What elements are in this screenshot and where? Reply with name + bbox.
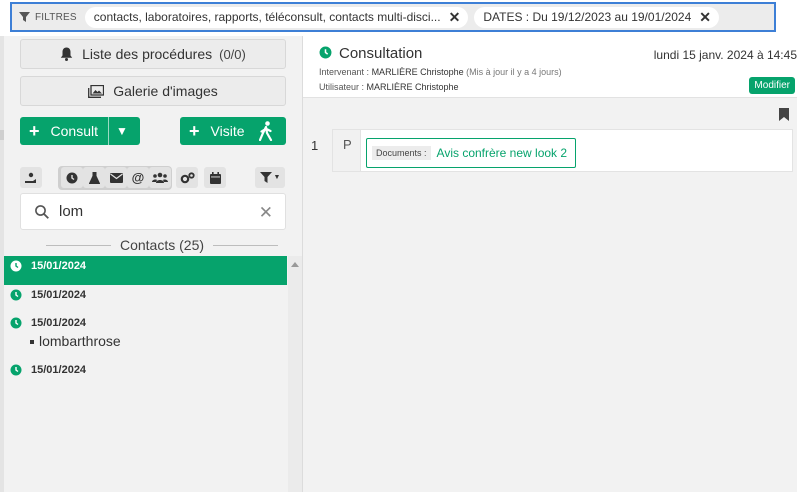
consultation-entry: P Documents : Avis confrère new look 2 xyxy=(332,129,793,172)
contacts-list: 15/01/2024 15/01/2024 15/01/2024 lombart… xyxy=(4,256,287,492)
close-icon[interactable]: ✕ xyxy=(449,10,461,24)
filter-label-text: FILTRES xyxy=(35,11,77,23)
page-title: Consultation xyxy=(339,45,423,62)
clock-icon xyxy=(10,289,22,301)
visite-label: Visite xyxy=(210,123,245,139)
filter-bar: FILTRES contacts, laboratoires, rapports… xyxy=(10,2,776,32)
walking-person-icon xyxy=(258,121,272,141)
envelope-icon[interactable] xyxy=(105,167,127,188)
clock-icon xyxy=(10,260,22,272)
list-item-detail: lombarthrose xyxy=(30,333,121,349)
close-icon[interactable]: ✕ xyxy=(699,10,711,24)
images-icon xyxy=(88,84,105,98)
list-item[interactable]: 15/01/2024 lombarthrose xyxy=(4,313,287,359)
consultation-header: Consultation lundi 15 janv. 2024 à 14:45… xyxy=(303,36,797,98)
entry-type-column: P xyxy=(333,130,361,171)
filter-chip-types-text: contacts, laboratoires, rapports, téléco… xyxy=(93,10,441,24)
divider-line xyxy=(213,244,279,246)
procedures-label: Liste des procédures xyxy=(82,46,213,62)
chevron-down-icon: ▼ xyxy=(273,174,281,181)
clock-icon xyxy=(319,46,332,59)
clear-search-icon[interactable]: ✕ xyxy=(259,203,273,223)
intervenant-label: Intervenant : xyxy=(319,67,370,77)
divider-line xyxy=(46,244,111,246)
list-scrollbar[interactable] xyxy=(288,256,302,492)
filter-chip-dates-text: DATES : Du 19/12/2023 au 19/01/2024 xyxy=(483,10,692,24)
filter-icon xyxy=(259,172,272,183)
plus-icon: + xyxy=(189,121,200,141)
left-panel: Liste des procédures (0/0) Galerie d'ima… xyxy=(4,36,302,492)
hand-care-icon[interactable] xyxy=(20,167,42,188)
document-title: Avis confrère new look 2 xyxy=(436,146,568,160)
right-panel: Consultation lundi 15 janv. 2024 à 14:45… xyxy=(303,36,797,492)
consult-label: Consult xyxy=(50,123,98,139)
clock-icon xyxy=(10,364,22,376)
filter-label[interactable]: FILTRES xyxy=(19,12,77,23)
row-number: 1 xyxy=(311,138,319,153)
document-link[interactable]: Documents : Avis confrère new look 2 xyxy=(366,138,577,168)
visite-button[interactable]: + Visite xyxy=(180,117,286,145)
updated-note: (Mis à jour il y a 4 jours) xyxy=(466,67,562,77)
advanced-filter-button[interactable]: ▼ xyxy=(255,167,285,188)
cogs-icon[interactable] xyxy=(176,167,198,188)
intervenant-line: Intervenant : MARLIÈRE Christophe (Mis à… xyxy=(319,67,562,77)
list-item-date: 15/01/2024 xyxy=(31,364,87,376)
search-icon xyxy=(35,204,49,219)
procedures-count: (0/0) xyxy=(219,46,246,62)
bookmark-icon[interactable] xyxy=(779,108,789,121)
utilisateur-label: Utilisateur : xyxy=(319,82,365,92)
modify-button[interactable]: Modifier xyxy=(749,77,795,94)
list-item[interactable]: 15/01/2024 xyxy=(4,256,287,285)
contacts-section-header: Contacts (25) xyxy=(46,236,279,254)
contacts-header: Contacts (25) xyxy=(119,237,205,253)
consult-button[interactable]: + Consult ▼ xyxy=(20,117,140,145)
gallery-button[interactable]: Galerie d'images xyxy=(20,76,286,106)
search-input[interactable] xyxy=(59,203,239,220)
list-item-detail-text: lombarthrose xyxy=(39,333,121,349)
bell-icon xyxy=(60,47,73,61)
at-sign-icon[interactable]: @ xyxy=(127,167,149,188)
clock-icon[interactable] xyxy=(61,167,83,188)
utilisateur-name: MARLIÈRE Christophe xyxy=(366,82,459,92)
flask-icon[interactable] xyxy=(83,167,105,188)
calendar-icon[interactable] xyxy=(204,167,226,188)
clock-icon xyxy=(10,317,22,329)
consultation-datetime: lundi 15 janv. 2024 à 14:45 xyxy=(653,48,797,62)
scroll-up-icon[interactable] xyxy=(291,262,299,267)
users-icon[interactable] xyxy=(149,167,171,188)
utilisateur-line: Utilisateur : MARLIÈRE Christophe xyxy=(319,82,459,92)
split-divider xyxy=(107,117,109,145)
app-root: FILTRES contacts, laboratoires, rapports… xyxy=(0,0,797,492)
intervenant-name: MARLIÈRE Christophe xyxy=(371,67,464,77)
chevron-down-icon[interactable]: ▼ xyxy=(109,124,135,138)
entry-type: P xyxy=(343,137,352,152)
search-box: ✕ xyxy=(20,193,286,230)
list-item[interactable]: 15/01/2024 xyxy=(4,285,287,313)
list-item-date: 15/01/2024 xyxy=(31,260,87,272)
list-item[interactable]: 15/01/2024 xyxy=(4,360,287,388)
filter-chip-types[interactable]: contacts, laboratoires, rapports, téléco… xyxy=(84,6,469,28)
filter-chip-dates[interactable]: DATES : Du 19/12/2023 au 19/01/2024 ✕ xyxy=(474,6,720,28)
gallery-label: Galerie d'images xyxy=(113,83,218,99)
procedures-button[interactable]: Liste des procédures (0/0) xyxy=(20,39,286,69)
bullet xyxy=(30,340,34,345)
list-item-date: 15/01/2024 xyxy=(31,317,87,329)
plus-icon: + xyxy=(29,121,40,141)
documents-tag: Documents : xyxy=(372,146,431,160)
list-item-date: 15/01/2024 xyxy=(31,289,87,301)
filter-icon xyxy=(19,12,30,22)
